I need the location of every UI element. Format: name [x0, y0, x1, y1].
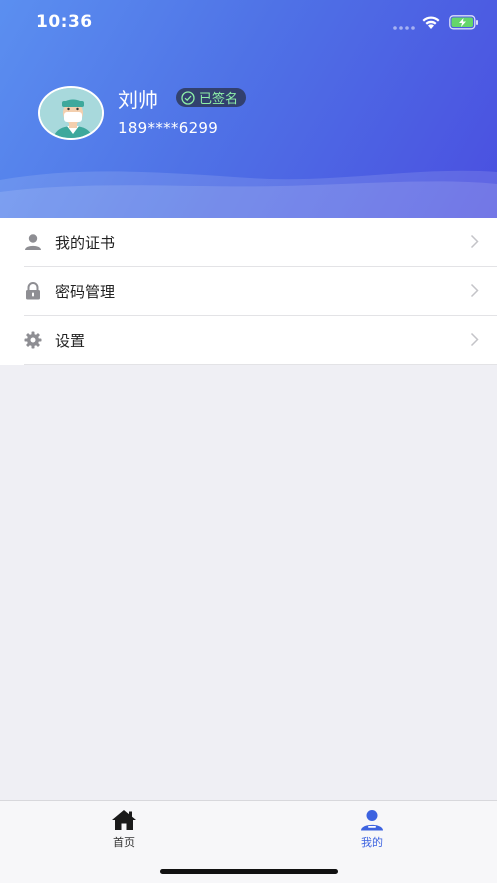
user-phone: 189****6299 — [118, 119, 219, 137]
status-time: 10:36 — [36, 12, 93, 32]
home-indicator — [160, 869, 338, 874]
user-name: 刘帅 — [118, 88, 158, 112]
menu-item-settings[interactable]: 设置 — [0, 316, 497, 365]
chevron-right-icon — [470, 234, 479, 249]
signed-status-badge: 已签名 — [176, 88, 247, 107]
header-wave-decoration — [0, 170, 497, 218]
cellular-signal-icon — [393, 26, 415, 30]
user-icon — [25, 234, 41, 250]
menu-item-my-certificate[interactable]: 我的证书 — [0, 218, 497, 267]
menu-item-label: 我的证书 — [55, 234, 116, 252]
check-circle-icon — [181, 90, 195, 105]
menu-item-password-management[interactable]: 密码管理 — [0, 267, 497, 316]
chevron-right-icon — [470, 332, 479, 347]
tab-mine[interactable]: 我的 — [342, 809, 402, 850]
signed-status-label: 已签名 — [199, 92, 239, 107]
menu-item-label: 密码管理 — [55, 283, 116, 301]
battery-charging-icon — [449, 15, 478, 30]
divider — [24, 364, 497, 365]
menu-item-label: 设置 — [55, 332, 86, 350]
wifi-icon — [422, 16, 440, 29]
chevron-right-icon — [470, 283, 479, 298]
tab-mine-label: 我的 — [361, 836, 383, 849]
lock-icon — [26, 282, 40, 300]
user-icon — [361, 810, 383, 831]
avatar[interactable] — [38, 86, 104, 140]
home-icon — [112, 810, 136, 830]
tab-home[interactable]: 首页 — [94, 809, 154, 850]
profile-header: 10:36 刘帅 已签名 189****6299 — [0, 0, 497, 218]
tab-home-label: 首页 — [113, 836, 135, 849]
gear-icon — [24, 331, 42, 349]
settings-menu: 我的证书 密码管理 设置 — [0, 218, 497, 365]
status-bar: 10:36 — [0, 0, 497, 48]
doctor-avatar-icon — [40, 88, 102, 138]
